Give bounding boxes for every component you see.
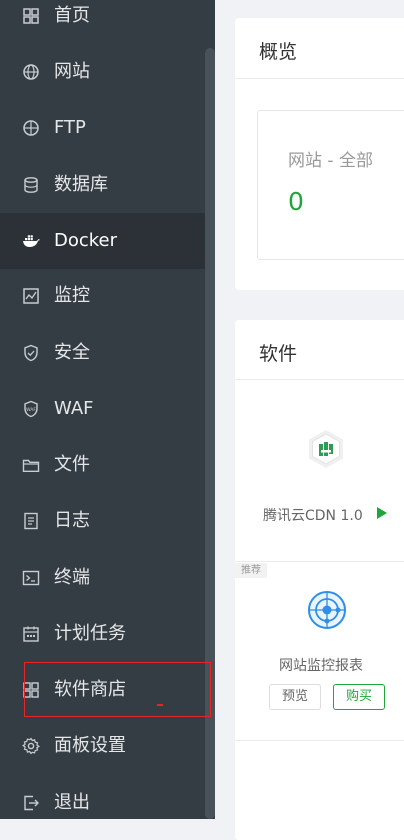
sidebar-item-label: 文件 bbox=[54, 454, 90, 475]
shield-icon bbox=[22, 344, 40, 362]
play-icon[interactable] bbox=[376, 506, 388, 520]
terminal-icon bbox=[22, 569, 40, 587]
folder-icon bbox=[22, 456, 40, 474]
sidebar-item-ftp[interactable]: FTP bbox=[0, 100, 205, 156]
recommended-tag: 推荐 bbox=[235, 563, 267, 578]
sidebar-item-logs[interactable]: 日志 bbox=[0, 493, 205, 549]
sidebar-item-label: 终端 bbox=[54, 567, 90, 588]
calendar-icon bbox=[22, 625, 40, 643]
software-item-divider bbox=[235, 561, 404, 562]
sidebar-item-label: 日志 bbox=[54, 510, 90, 531]
sidebar-item-security[interactable]: 安全 bbox=[0, 325, 205, 381]
database-icon bbox=[22, 176, 40, 194]
site-monitor-report-icon[interactable] bbox=[305, 588, 349, 632]
buy-button[interactable]: 购买 bbox=[333, 684, 385, 710]
software-item-divider-2 bbox=[235, 740, 404, 741]
sidebar-item-label: WAF bbox=[54, 398, 94, 419]
sidebar-item-home[interactable]: 首页 bbox=[0, 0, 205, 44]
preview-button[interactable]: 预览 bbox=[269, 684, 321, 710]
sidebar-item-label: 面板设置 bbox=[54, 735, 126, 756]
waf-shield-icon: WAF bbox=[22, 400, 40, 418]
annotation-mark bbox=[157, 704, 163, 706]
sidebar-item-label: Docker bbox=[54, 230, 118, 251]
sidebar-item-monitor[interactable]: 监控 bbox=[0, 268, 205, 324]
software-divider bbox=[235, 379, 404, 380]
sidebar-item-label: 数据库 bbox=[54, 174, 108, 195]
sidebar-item-label: 安全 bbox=[54, 342, 90, 363]
sidebar-item-docker[interactable]: Docker bbox=[0, 213, 205, 269]
overview-divider bbox=[235, 78, 404, 79]
monitor-icon bbox=[22, 287, 40, 305]
sidebar-item-label: 监控 bbox=[54, 285, 90, 306]
recommended-item-name[interactable]: 网站监控报表 bbox=[279, 655, 363, 675]
globe-icon bbox=[22, 63, 40, 81]
sidebar-item-label: FTP bbox=[54, 117, 86, 138]
site-stat-label: 网站 - 全部 bbox=[288, 151, 373, 171]
highlight-box bbox=[24, 662, 211, 717]
sidebar-item-waf[interactable]: WAF WAF bbox=[0, 381, 205, 437]
docker-icon bbox=[22, 232, 40, 250]
sidebar-item-label: 计划任务 bbox=[54, 623, 126, 644]
site-stat-value[interactable]: 0 bbox=[288, 187, 304, 216]
sidebar-item-terminal[interactable]: 终端 bbox=[0, 550, 205, 606]
sidebar-item-label: 退出 bbox=[54, 792, 90, 813]
sidebar-item-label: 网站 bbox=[54, 61, 90, 82]
home-icon bbox=[22, 7, 40, 25]
ftp-globe-icon bbox=[22, 119, 40, 137]
overview-title: 概览 bbox=[259, 41, 298, 63]
site-stat-card[interactable]: 网站 - 全部 0 bbox=[257, 110, 404, 260]
sidebar-item-panel-settings[interactable]: 面板设置 bbox=[0, 718, 205, 774]
software-item-name[interactable]: 腾讯云CDN 1.0 bbox=[263, 505, 363, 525]
tencent-cdn-icon[interactable] bbox=[305, 428, 347, 470]
software-panel: 软件 bbox=[235, 320, 404, 840]
sidebar-item-website[interactable]: 网站 bbox=[0, 44, 205, 100]
sidebar: 首页 网站 FTP 数据库 Docker 监控 安全 WAF WAF 文件 日志… bbox=[0, 0, 215, 819]
sidebar-item-database[interactable]: 数据库 bbox=[0, 157, 205, 213]
sidebar-item-logout[interactable]: 退出 bbox=[0, 775, 205, 819]
log-icon bbox=[22, 512, 40, 530]
waf-badge-text: WAF bbox=[26, 407, 36, 413]
logout-icon bbox=[22, 794, 40, 812]
sidebar-item-files[interactable]: 文件 bbox=[0, 437, 205, 493]
software-title: 软件 bbox=[259, 343, 298, 365]
sidebar-item-cron[interactable]: 计划任务 bbox=[0, 606, 205, 662]
gear-icon bbox=[22, 737, 40, 755]
sidebar-item-label: 首页 bbox=[54, 5, 90, 26]
